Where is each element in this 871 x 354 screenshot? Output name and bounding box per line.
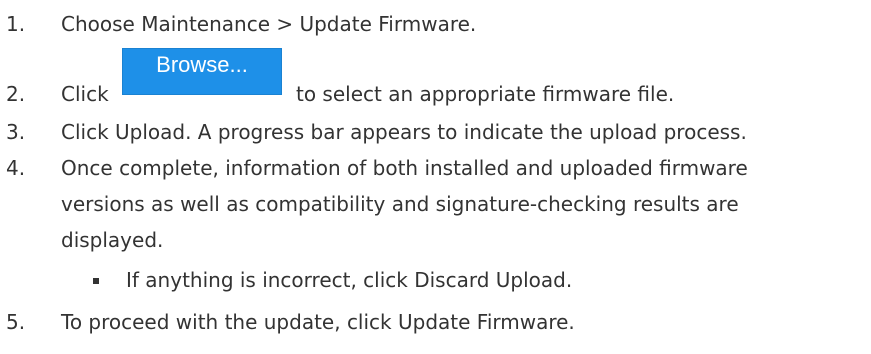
step-text: Click Upload. A progress bar appears to … [61, 120, 747, 144]
step-text-line-3: displayed. [61, 228, 164, 252]
square-bullet-icon [93, 278, 99, 284]
step-number: 5. [6, 310, 26, 334]
step-number: 2. [6, 82, 26, 106]
step-number: 3. [6, 120, 26, 144]
step-text-line-1: Once complete, information of both insta… [61, 156, 748, 180]
browse-button[interactable]: Browse... [122, 48, 282, 95]
step-number: 4. [6, 156, 26, 180]
step-prefix: Click [61, 82, 109, 106]
step-text: To proceed with the update, click Update… [61, 310, 575, 334]
step-text: to select an appropriate firmware file. [296, 82, 675, 106]
step-text: Choose Maintenance > Update Firmware. [61, 12, 477, 36]
sub-bullet-text: If anything is incorrect, click Discard … [126, 268, 573, 292]
step-text-line-2: versions as well as compatibility and si… [61, 192, 739, 216]
step-number: 1. [6, 12, 26, 36]
